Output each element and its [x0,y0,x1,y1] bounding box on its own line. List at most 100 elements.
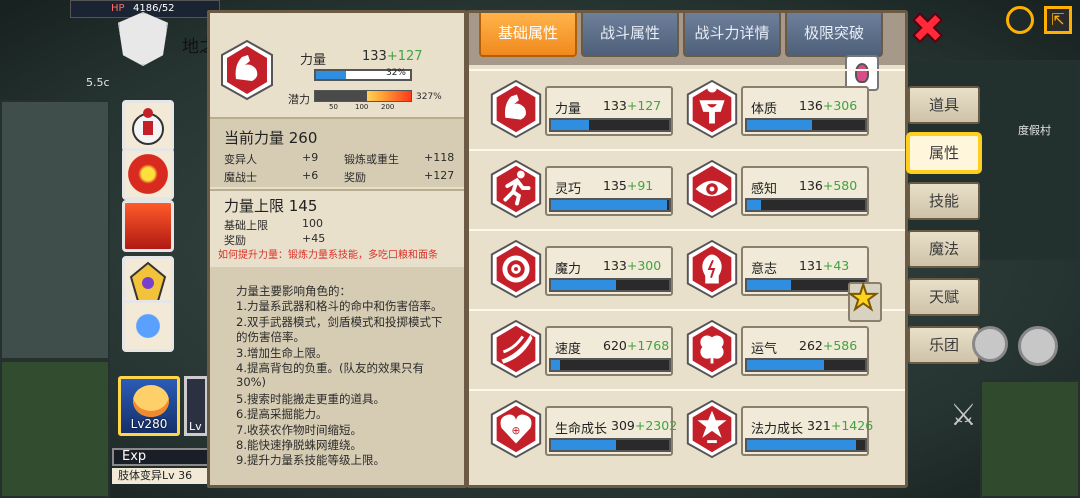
armor-slot[interactable] [122,200,174,252]
attribute-bar-fill [551,440,616,450]
attribute-item[interactable]: 感知 136+580 [665,151,869,231]
attribute-bar-fill [551,120,589,130]
tab-basic-attributes[interactable]: 基础属性 [479,13,577,57]
tab-combat-attributes[interactable]: 战斗属性 [581,13,679,57]
helmet-icon [132,108,164,145]
attribute-base: 136 [799,178,823,193]
detail-header: 力量 133+127 32% 潜力 50 100 200 327% [210,13,464,115]
second-card-level: Lv [189,420,202,433]
runner-icon [490,159,542,219]
amulet-icon [129,261,167,302]
character-card[interactable]: Lv280 [118,376,180,436]
exp-bar: Exp [112,448,212,466]
attribute-item[interactable]: 魔力 133+300 [469,231,673,311]
side-nav-item[interactable]: 魔法 [908,230,980,268]
cap-row-value: 100 [302,217,323,230]
attribute-value: 131+43 [799,258,849,273]
globe-icon[interactable] [1006,6,1034,34]
current-row-value: +118 [424,151,455,164]
attribute-name: 力量 [555,102,582,117]
attribute-base: 309 [611,418,635,433]
attribute-value: 136+306 [799,98,857,113]
current-stat-title: 当前力量 260 [224,129,318,147]
book-button[interactable] [972,326,1008,362]
arm-icon [490,79,542,139]
attribute-base: 136 [799,98,823,113]
attribute-info: 力量 133+127 [545,86,673,136]
tab-label: 战斗力详情 [694,24,770,42]
attribute-bar [549,278,671,292]
attribute-item[interactable]: 法力成长 321+1426 [665,391,873,471]
how-to-improve-hint: 如何提升力量：锻炼力量系技能，多吃口粮和面条 [218,250,438,261]
attribute-info: 速度 620+1768 [545,326,673,376]
tab-limit-break[interactable]: 极限突破 [785,13,883,57]
current-row-label: 魔战士 [224,171,257,184]
helmet-slot[interactable] [122,100,174,152]
body-icon [686,79,738,139]
sword-icon[interactable]: ⚔ [950,398,977,433]
attribute-bar-fill [747,280,791,290]
attribute-value: 136+580 [799,178,857,193]
attribute-name: 魔力 [555,262,582,277]
attribute-name: 体质 [751,102,778,117]
mana-icon [686,399,738,459]
potential-tick: 200 [381,103,395,111]
stat-detail-panel: 力量 133+127 32% 潜力 50 100 200 327% 当前力量 2… [207,10,467,488]
description-line: 8.能快速挣脱蛛网缠绕。 [236,438,362,452]
attribute-name: 灵巧 [555,182,582,197]
attribute-item[interactable]: ⊕ 生命成长 309+2302 [469,391,677,471]
attribute-bar [549,118,671,132]
potential-tick: 50 [329,103,338,111]
cap-row-label: 基础上限 [224,219,268,232]
side-nav-item[interactable]: 乐团 [908,326,980,364]
attribute-base: 620 [603,338,627,353]
attribute-bar-fill [747,200,762,210]
attribute-item[interactable]: 运气 262+586 [665,311,869,391]
attribute-bonus: +580 [822,178,858,193]
side-nav-item[interactable]: 技能 [908,182,980,220]
character-level: Lv280 [130,417,168,431]
detail-stat-bar: 32% [314,68,412,81]
attribute-item[interactable]: 灵巧 135+91 [469,151,673,231]
close-icon[interactable]: ✖ [909,7,946,51]
attribute-value: 135+91 [603,178,653,193]
attribute-item[interactable]: 体质 136+306 [665,71,869,151]
exit-icon[interactable]: ⇱ [1044,6,1072,34]
attribute-value: 321+1426 [807,418,873,433]
current-stat-section: 当前力量 260 变异人 +9 锻炼或重生 +118 魔战士 +6 奖励 +12… [210,117,464,187]
orb-slot[interactable] [122,300,174,352]
attribute-bar [549,198,671,212]
attribute-item[interactable]: 速度 620+1768 [469,311,673,391]
attribute-bonus: +1768 [626,338,670,353]
action-button[interactable] [1018,326,1058,366]
attribute-info: 生命成长 309+2302 [545,406,677,456]
hp-value: 4186/52 [133,3,175,14]
tab-combat-power-details[interactable]: 战斗力详情 [683,13,781,57]
current-row-label: 奖励 [344,171,366,184]
tab-label: 极限突破 [803,24,864,42]
attribute-name: 速度 [555,342,582,357]
arm-icon [221,39,273,101]
description-line: 的伤害倍率。 [236,330,305,345]
side-nav-item[interactable]: 道具 [908,86,980,124]
grass-tile [980,380,1080,498]
attribute-base: 133 [603,98,627,113]
detail-stat-value: 133+127 [362,49,423,64]
side-nav-item[interactable]: 天赋 [908,278,980,316]
star-icon[interactable]: ★ [847,277,880,319]
attribute-name: 感知 [751,182,778,197]
attribute-item[interactable]: 意志 131+43 [665,231,869,311]
svg-text:⊕: ⊕ [512,424,521,437]
side-nav-item[interactable]: 属性 [908,134,980,172]
necklace-slot[interactable] [122,148,174,200]
detail-stat-bar-fill [316,71,347,79]
potential-tick: 100 [355,103,369,111]
attribute-value: 620+1768 [603,338,669,353]
attribute-value: 262+586 [799,338,857,353]
description-line: 6.提高采掘能力。 [236,407,328,422]
potential-bar: 50 100 200 [314,90,412,111]
detail-stat-bonus: +127 [386,49,423,64]
second-character-card[interactable]: Lv [184,376,208,436]
current-row-label: 锻炼或重生 [344,153,399,166]
attribute-item[interactable]: 力量 133+127 [469,71,673,151]
